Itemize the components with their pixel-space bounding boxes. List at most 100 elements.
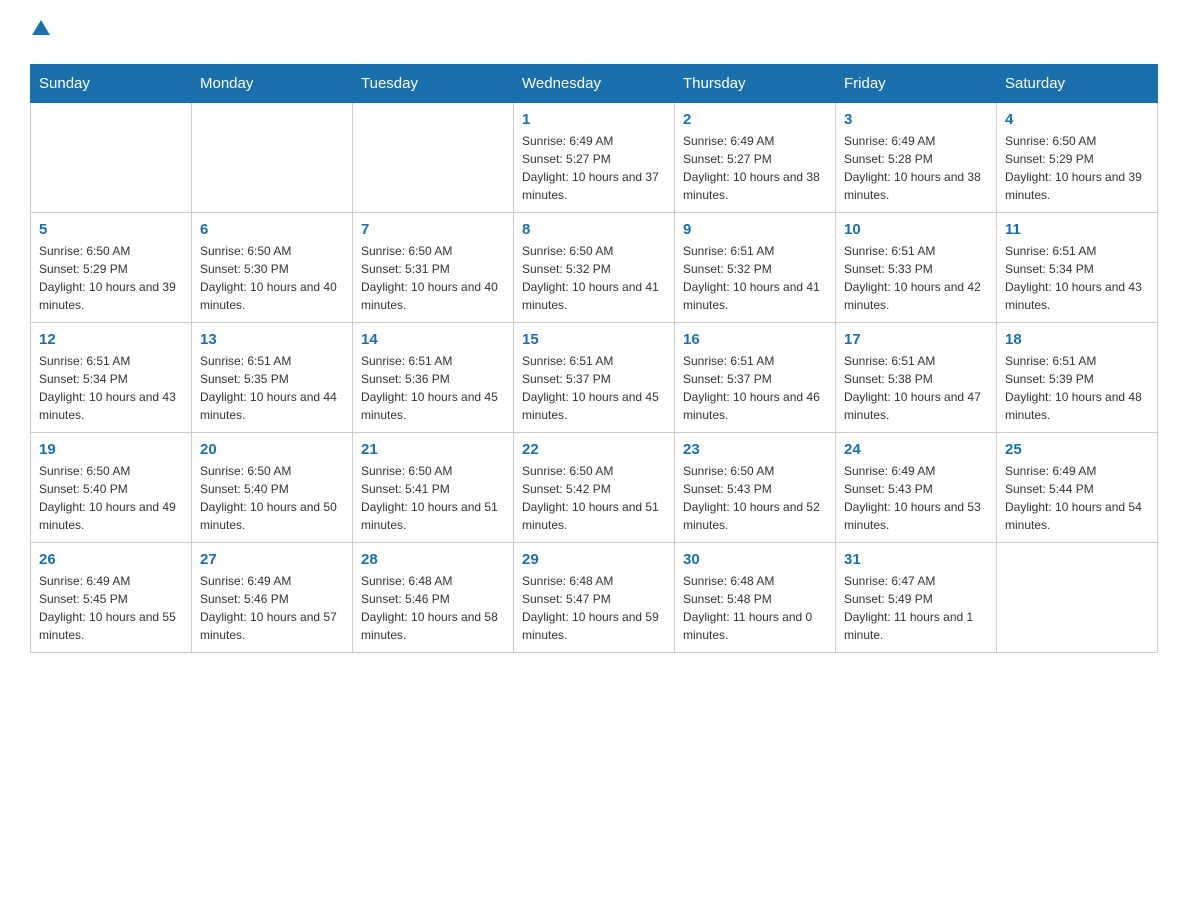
calendar-cell: 14 Sunrise: 6:51 AMSunset: 5:36 PMDayligh… bbox=[353, 323, 514, 433]
calendar-cell bbox=[31, 103, 192, 213]
day-number: 24 bbox=[844, 441, 988, 458]
calendar-cell: 31 Sunrise: 6:47 AMSunset: 5:49 PMDayligh… bbox=[836, 543, 997, 653]
calendar-row-4: 26 Sunrise: 6:49 AMSunset: 5:45 PMDayligh… bbox=[31, 543, 1158, 653]
day-info: Sunrise: 6:51 AMSunset: 5:37 PMDaylight:… bbox=[683, 352, 827, 424]
day-number: 21 bbox=[361, 441, 505, 458]
day-number: 31 bbox=[844, 551, 988, 568]
day-number: 4 bbox=[1005, 111, 1149, 128]
calendar-cell: 9 Sunrise: 6:51 AMSunset: 5:32 PMDaylight… bbox=[675, 213, 836, 323]
day-info: Sunrise: 6:50 AMSunset: 5:43 PMDaylight:… bbox=[683, 462, 827, 534]
calendar-row-2: 12 Sunrise: 6:51 AMSunset: 5:34 PMDayligh… bbox=[31, 323, 1158, 433]
day-info: Sunrise: 6:49 AMSunset: 5:27 PMDaylight:… bbox=[522, 132, 666, 204]
calendar-cell: 28 Sunrise: 6:48 AMSunset: 5:46 PMDayligh… bbox=[353, 543, 514, 653]
day-info: Sunrise: 6:51 AMSunset: 5:39 PMDaylight:… bbox=[1005, 352, 1149, 424]
weekday-header-sunday: Sunday bbox=[31, 65, 192, 103]
day-number: 7 bbox=[361, 221, 505, 238]
day-info: Sunrise: 6:50 AMSunset: 5:29 PMDaylight:… bbox=[39, 242, 183, 314]
logo-triangle-icon bbox=[32, 20, 50, 35]
day-info: Sunrise: 6:50 AMSunset: 5:29 PMDaylight:… bbox=[1005, 132, 1149, 204]
day-number: 27 bbox=[200, 551, 344, 568]
day-info: Sunrise: 6:47 AMSunset: 5:49 PMDaylight:… bbox=[844, 572, 988, 644]
day-number: 16 bbox=[683, 331, 827, 348]
day-info: Sunrise: 6:49 AMSunset: 5:45 PMDaylight:… bbox=[39, 572, 183, 644]
weekday-header-monday: Monday bbox=[192, 65, 353, 103]
calendar-cell: 21 Sunrise: 6:50 AMSunset: 5:41 PMDayligh… bbox=[353, 433, 514, 543]
day-number: 14 bbox=[361, 331, 505, 348]
calendar-cell: 2 Sunrise: 6:49 AMSunset: 5:27 PMDaylight… bbox=[675, 103, 836, 213]
day-number: 12 bbox=[39, 331, 183, 348]
day-info: Sunrise: 6:51 AMSunset: 5:36 PMDaylight:… bbox=[361, 352, 505, 424]
day-info: Sunrise: 6:51 AMSunset: 5:35 PMDaylight:… bbox=[200, 352, 344, 424]
day-info: Sunrise: 6:49 AMSunset: 5:27 PMDaylight:… bbox=[683, 132, 827, 204]
day-info: Sunrise: 6:49 AMSunset: 5:44 PMDaylight:… bbox=[1005, 462, 1149, 534]
calendar-table: SundayMondayTuesdayWednesdayThursdayFrid… bbox=[30, 64, 1158, 653]
calendar-cell: 13Sunrise: 6:51 AMSunset: 5:35 PMDayligh… bbox=[192, 323, 353, 433]
day-info: Sunrise: 6:48 AMSunset: 5:46 PMDaylight:… bbox=[361, 572, 505, 644]
calendar-cell: 27 Sunrise: 6:49 AMSunset: 5:46 PMDayligh… bbox=[192, 543, 353, 653]
day-number: 26 bbox=[39, 551, 183, 568]
day-info: Sunrise: 6:48 AMSunset: 5:47 PMDaylight:… bbox=[522, 572, 666, 644]
day-info: Sunrise: 6:51 AMSunset: 5:34 PMDaylight:… bbox=[1005, 242, 1149, 314]
day-number: 25 bbox=[1005, 441, 1149, 458]
calendar-cell bbox=[192, 103, 353, 213]
day-info: Sunrise: 6:49 AMSunset: 5:46 PMDaylight:… bbox=[200, 572, 344, 644]
calendar-cell: 5 Sunrise: 6:50 AMSunset: 5:29 PMDaylight… bbox=[31, 213, 192, 323]
day-info: Sunrise: 6:51 AMSunset: 5:32 PMDaylight:… bbox=[683, 242, 827, 314]
logo bbox=[30, 20, 50, 44]
calendar-header: SundayMondayTuesdayWednesdayThursdayFrid… bbox=[31, 65, 1158, 103]
calendar-cell: 1 Sunrise: 6:49 AMSunset: 5:27 PMDaylight… bbox=[514, 103, 675, 213]
calendar-cell: 12 Sunrise: 6:51 AMSunset: 5:34 PMDayligh… bbox=[31, 323, 192, 433]
day-number: 6 bbox=[200, 221, 344, 238]
calendar-cell: 26 Sunrise: 6:49 AMSunset: 5:45 PMDayligh… bbox=[31, 543, 192, 653]
calendar-row-1: 5 Sunrise: 6:50 AMSunset: 5:29 PMDaylight… bbox=[31, 213, 1158, 323]
calendar-row-3: 19 Sunrise: 6:50 AMSunset: 5:40 PMDayligh… bbox=[31, 433, 1158, 543]
calendar-cell bbox=[353, 103, 514, 213]
calendar-cell: 29Sunrise: 6:48 AMSunset: 5:47 PMDayligh… bbox=[514, 543, 675, 653]
day-info: Sunrise: 6:51 AMSunset: 5:34 PMDaylight:… bbox=[39, 352, 183, 424]
day-number: 18 bbox=[1005, 331, 1149, 348]
calendar-cell: 17Sunrise: 6:51 AMSunset: 5:38 PMDayligh… bbox=[836, 323, 997, 433]
calendar-cell: 6 Sunrise: 6:50 AMSunset: 5:30 PMDaylight… bbox=[192, 213, 353, 323]
day-number: 2 bbox=[683, 111, 827, 128]
day-number: 1 bbox=[522, 111, 666, 128]
logo-block bbox=[30, 20, 50, 44]
day-info: Sunrise: 6:50 AMSunset: 5:31 PMDaylight:… bbox=[361, 242, 505, 314]
calendar-cell: 11 Sunrise: 6:51 AMSunset: 5:34 PMDayligh… bbox=[997, 213, 1158, 323]
day-number: 8 bbox=[522, 221, 666, 238]
calendar-cell: 30 Sunrise: 6:48 AMSunset: 5:48 PMDayligh… bbox=[675, 543, 836, 653]
day-number: 5 bbox=[39, 221, 183, 238]
day-info: Sunrise: 6:51 AMSunset: 5:38 PMDaylight:… bbox=[844, 352, 988, 424]
day-info: Sunrise: 6:49 AMSunset: 5:43 PMDaylight:… bbox=[844, 462, 988, 534]
page-header bbox=[30, 20, 1158, 44]
calendar-cell: 25 Sunrise: 6:49 AMSunset: 5:44 PMDayligh… bbox=[997, 433, 1158, 543]
day-info: Sunrise: 6:50 AMSunset: 5:32 PMDaylight:… bbox=[522, 242, 666, 314]
day-number: 30 bbox=[683, 551, 827, 568]
day-number: 9 bbox=[683, 221, 827, 238]
day-number: 28 bbox=[361, 551, 505, 568]
calendar-cell: 4 Sunrise: 6:50 AMSunset: 5:29 PMDaylight… bbox=[997, 103, 1158, 213]
calendar-cell: 10Sunrise: 6:51 AMSunset: 5:33 PMDayligh… bbox=[836, 213, 997, 323]
weekday-header-friday: Friday bbox=[836, 65, 997, 103]
day-info: Sunrise: 6:51 AMSunset: 5:33 PMDaylight:… bbox=[844, 242, 988, 314]
day-number: 11 bbox=[1005, 221, 1149, 238]
day-info: Sunrise: 6:50 AMSunset: 5:30 PMDaylight:… bbox=[200, 242, 344, 314]
calendar-cell: 20 Sunrise: 6:50 AMSunset: 5:40 PMDayligh… bbox=[192, 433, 353, 543]
weekday-header-thursday: Thursday bbox=[675, 65, 836, 103]
calendar-cell: 19Sunrise: 6:50 AMSunset: 5:40 PMDayligh… bbox=[31, 433, 192, 543]
day-info: Sunrise: 6:48 AMSunset: 5:48 PMDaylight:… bbox=[683, 572, 827, 644]
day-info: Sunrise: 6:50 AMSunset: 5:42 PMDaylight:… bbox=[522, 462, 666, 534]
weekday-header-tuesday: Tuesday bbox=[353, 65, 514, 103]
day-info: Sunrise: 6:51 AMSunset: 5:37 PMDaylight:… bbox=[522, 352, 666, 424]
day-info: Sunrise: 6:49 AMSunset: 5:28 PMDaylight:… bbox=[844, 132, 988, 204]
day-number: 23 bbox=[683, 441, 827, 458]
day-info: Sunrise: 6:50 AMSunset: 5:40 PMDaylight:… bbox=[200, 462, 344, 534]
day-info: Sunrise: 6:50 AMSunset: 5:41 PMDaylight:… bbox=[361, 462, 505, 534]
day-number: 19 bbox=[39, 441, 183, 458]
calendar-row-0: 1 Sunrise: 6:49 AMSunset: 5:27 PMDaylight… bbox=[31, 103, 1158, 213]
weekday-header-row: SundayMondayTuesdayWednesdayThursdayFrid… bbox=[31, 65, 1158, 103]
calendar-cell: 24 Sunrise: 6:49 AMSunset: 5:43 PMDayligh… bbox=[836, 433, 997, 543]
calendar-cell: 23 Sunrise: 6:50 AMSunset: 5:43 PMDayligh… bbox=[675, 433, 836, 543]
day-number: 20 bbox=[200, 441, 344, 458]
day-number: 22 bbox=[522, 441, 666, 458]
calendar-cell: 3Sunrise: 6:49 AMSunset: 5:28 PMDaylight… bbox=[836, 103, 997, 213]
